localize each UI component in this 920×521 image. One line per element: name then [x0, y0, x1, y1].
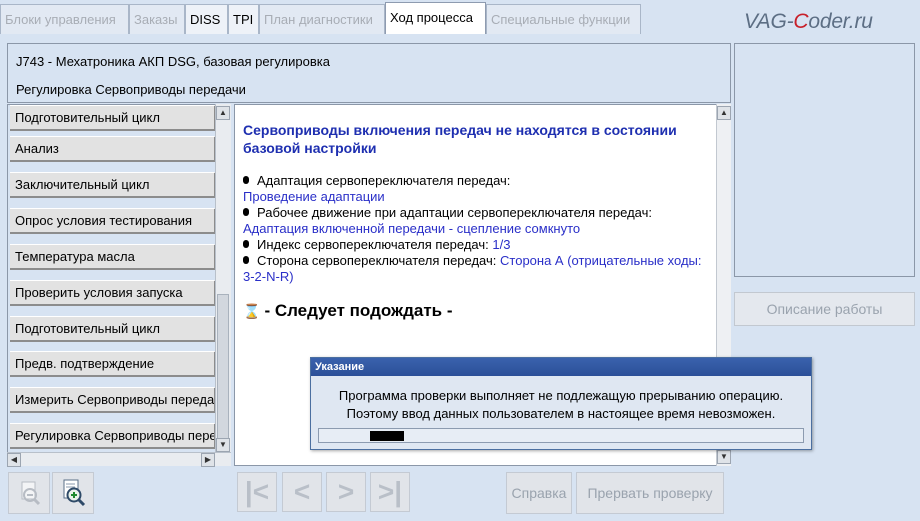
tab-special-functions[interactable]: Специальные функции: [486, 4, 641, 34]
dialog-message: Программа проверки выполняет не подлежащ…: [338, 388, 784, 403]
step-item[interactable]: Предв. подтверждение: [10, 351, 217, 377]
bullet-icon: [243, 208, 249, 216]
step-item[interactable]: Подготовительный цикл: [10, 105, 217, 131]
zoom-out-icon: [21, 481, 41, 506]
scroll-up-icon[interactable]: ▲: [717, 106, 731, 120]
procedure-title: Регулировка Сервоприводы передачи: [16, 82, 246, 97]
info-value: Адаптация включенной передачи - сцеплени…: [243, 221, 581, 236]
step-item[interactable]: Регулировка Сервоприводы передачи: [10, 423, 217, 449]
info-label: Сторона сервопереключателя передач: Стор…: [243, 253, 702, 284]
zoom-out-button[interactable]: [8, 472, 50, 514]
scroll-up-icon[interactable]: ▲: [216, 106, 230, 120]
step-item[interactable]: Анализ: [10, 136, 217, 162]
bullet-icon: [243, 256, 249, 264]
right-info-panel: [734, 43, 915, 277]
step-item[interactable]: Подготовительный цикл: [10, 316, 217, 342]
bullet-icon: [243, 176, 249, 184]
chevron-right-icon: >: [337, 476, 355, 507]
step-item[interactable]: Опрос условия тестирования: [10, 208, 217, 234]
header-panel: J743 - Мехатроника АКП DSG, базовая регу…: [7, 43, 731, 103]
zoom-in-icon: [63, 479, 86, 507]
hourglass-icon: ⌛: [243, 303, 261, 319]
info-label: Адаптация сервопереключателя передач:: [243, 173, 510, 189]
scroll-down-icon[interactable]: ▼: [216, 438, 230, 452]
help-button[interactable]: Справка: [506, 472, 572, 514]
bullet-icon: [243, 240, 249, 248]
scroll-right-icon[interactable]: ▶: [201, 453, 215, 467]
chevron-left-icon: <: [293, 476, 311, 507]
next-step-button[interactable]: >: [326, 472, 366, 512]
scroll-down-icon[interactable]: ▼: [717, 450, 731, 464]
step-item[interactable]: Проверить условия запуска: [10, 280, 217, 306]
skip-first-icon: |<: [244, 476, 270, 507]
step-item[interactable]: Заключительный цикл: [10, 172, 217, 198]
previous-step-button[interactable]: <: [282, 472, 322, 512]
info-label: Индекс сервопереключателя передач: 1/3: [243, 237, 510, 253]
info-value: Проведение адаптации: [243, 189, 385, 204]
last-step-button[interactable]: >|: [370, 472, 410, 512]
steps-horizontal-scrollbar[interactable]: ◀ ▶: [7, 452, 231, 467]
dialog-message: Поэтому ввод данных пользователем в наст…: [346, 406, 776, 421]
steps-vertical-scrollbar[interactable]: ▲ ▼: [215, 104, 231, 454]
dialog-title: Указание: [311, 358, 811, 376]
progress-bar: [318, 428, 804, 443]
steps-list: Подготовительный цикл Анализ Заключитель…: [7, 104, 231, 466]
step-item[interactable]: Измерить Сервоприводы передачи: [10, 387, 217, 413]
tab-control-units[interactable]: Блоки управления: [0, 4, 129, 34]
zoom-in-button[interactable]: [52, 472, 94, 514]
tab-orders[interactable]: Заказы: [129, 4, 185, 34]
wait-message: ⌛ - Следует подождать -: [243, 301, 453, 320]
tab-bar: Блоки управления Заказы DISS TPI План ди…: [0, 0, 920, 34]
watermark-logo: VAG-Coder.ru: [744, 10, 873, 33]
notice-dialog: Указание Программа проверки выполняет не…: [310, 357, 812, 450]
tab-diss[interactable]: DISS: [185, 4, 228, 34]
control-unit-title: J743 - Мехатроника АКП DSG, базовая регу…: [16, 54, 330, 69]
status-heading: Сервоприводы включения передач не находя…: [243, 122, 677, 156]
tab-tpi[interactable]: TPI: [228, 4, 259, 34]
first-step-button[interactable]: |<: [237, 472, 277, 512]
skip-last-icon: >|: [377, 476, 403, 507]
tab-diagnostic-plan[interactable]: План диагностики: [259, 4, 385, 34]
step-item[interactable]: Температура масла: [10, 244, 217, 270]
progress-indicator: [370, 431, 404, 441]
tab-process[interactable]: Ход процесса: [385, 2, 486, 34]
info-value: 1/3: [492, 237, 511, 252]
scroll-left-icon[interactable]: ◀: [7, 453, 21, 467]
scroll-thumb[interactable]: [217, 294, 229, 444]
abort-test-button[interactable]: Прервать проверку: [576, 472, 724, 514]
info-label: Рабочее движение при адаптации сервопере…: [243, 205, 652, 221]
operation-description-button[interactable]: Описание работы: [734, 292, 915, 326]
